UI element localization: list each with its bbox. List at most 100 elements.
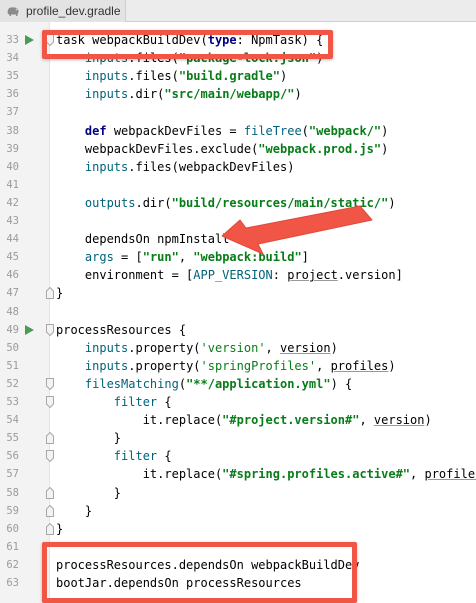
code-line[interactable]: 52 filesMatching("**/application.yml") {: [0, 375, 476, 393]
file-tab-label: profile_dev.gradle: [26, 4, 121, 18]
code-line[interactable]: 58 }: [0, 484, 476, 502]
fold-end-icon[interactable]: [46, 522, 54, 535]
code-line[interactable]: 62 processResources.dependsOn webpackBuil…: [0, 556, 476, 574]
code-token: ,: [316, 358, 331, 373]
code-line[interactable]: 48: [0, 303, 476, 321]
fold-end-icon[interactable]: [46, 432, 54, 445]
code-line[interactable]: 34 inputs.files("package-lock.json"): [0, 49, 476, 67]
code-token: outputs: [84, 195, 136, 210]
run-gutter-icon[interactable]: [25, 35, 34, 45]
code-line[interactable]: 51 inputs.property('springProfiles', pro…: [0, 357, 476, 375]
code-token: webpackDevFiles.exclude(: [56, 141, 259, 156]
code-line[interactable]: 40 inputs.files(webpackDevFiles): [0, 158, 476, 176]
line-number: 62: [6, 558, 19, 571]
code-line[interactable]: 38 def webpackDevFiles = fileTree("webpa…: [0, 122, 476, 140]
code-token: }: [56, 485, 122, 500]
line-number: 38: [6, 124, 19, 137]
line-number: 36: [6, 88, 19, 101]
code-line[interactable]: 49 processResources {: [0, 321, 476, 339]
code-line[interactable]: 61: [0, 538, 476, 556]
code-token: filesMatching: [84, 376, 179, 391]
code-line[interactable]: 63 bootJar.dependsOn processResources: [0, 574, 476, 592]
fold-end-icon[interactable]: [46, 486, 54, 499]
code-token: "run": [142, 250, 179, 265]
fold-start-icon[interactable]: [46, 396, 54, 408]
line-number: 37: [6, 106, 19, 119]
code-line[interactable]: 50 inputs.property('version', version): [0, 339, 476, 357]
code-token: APP_VERSION: [193, 268, 273, 283]
code-line[interactable]: 53 filter {: [0, 393, 476, 411]
code-line[interactable]: 44 dependsOn npmInstall: [0, 230, 476, 248]
code-text: }: [56, 484, 121, 502]
code-line[interactable]: 54 it.replace("#project.version#", versi…: [0, 411, 476, 429]
code-token: }: [56, 286, 64, 301]
code-token: filter: [113, 395, 158, 409]
code-token: inputs: [84, 69, 129, 84]
code-token: def: [84, 123, 107, 138]
code-token: {: [157, 395, 172, 409]
code-line[interactable]: 46 environment = [APP_VERSION: project.v…: [0, 266, 476, 284]
code-line[interactable]: 57 it.replace("#spring.profiles.active#"…: [0, 465, 476, 483]
code-line[interactable]: 43: [0, 212, 476, 230]
code-token: ) {: [330, 376, 353, 391]
code-text: inputs.files("package-lock.json"): [56, 49, 323, 67]
code-token: inputs: [84, 340, 129, 355]
line-number: 55: [6, 432, 19, 445]
code-text: inputs.property('springProfiles', profil…: [56, 357, 396, 375]
code-token: ,: [178, 250, 194, 265]
code-text: inputs.property('version', version): [56, 339, 338, 357]
code-text: inputs.dir("src/main/webapp/"): [56, 85, 302, 103]
code-token: "package-lock.json": [178, 51, 317, 66]
code-token: profiles: [424, 467, 476, 482]
code-line[interactable]: 47}: [0, 284, 476, 302]
code-line[interactable]: 60}: [0, 520, 476, 538]
code-token: project: [287, 268, 338, 283]
code-line[interactable]: 55 }: [0, 429, 476, 447]
fold-start-icon[interactable]: [46, 34, 54, 46]
line-number: 50: [6, 341, 19, 354]
file-tab[interactable]: profile_dev.gradle: [0, 0, 126, 22]
run-gutter-icon[interactable]: [25, 324, 34, 335]
code-token: args: [84, 250, 114, 265]
code-token: ): [388, 195, 396, 210]
code-token: ,: [410, 467, 425, 482]
code-line[interactable]: 45 args = ["run", "webpack:build"]: [0, 248, 476, 266]
code-line[interactable]: 41: [0, 176, 476, 194]
code-line[interactable]: 37: [0, 103, 476, 121]
code-text: task webpackBuildDev(type: NpmTask) {: [56, 31, 323, 49]
code-line[interactable]: 39 webpackDevFiles.exclude("webpack.prod…: [0, 140, 476, 158]
fold-start-icon[interactable]: [46, 450, 54, 463]
code-line[interactable]: 36 inputs.dir("src/main/webapp/"): [0, 85, 476, 103]
code-token: "webpack/": [308, 123, 382, 138]
fold-end-icon[interactable]: [46, 287, 54, 300]
code-line[interactable]: 59 }: [0, 502, 476, 520]
code-token: inputs: [84, 159, 129, 174]
fold-start-icon[interactable]: [46, 377, 54, 390]
code-text: environment = [APP_VERSION: project.vers…: [56, 266, 403, 284]
code-line[interactable]: 42 outputs.dir("build/resources/main/sta…: [0, 194, 476, 212]
fold-end-icon[interactable]: [46, 504, 54, 517]
code-line[interactable]: 35 inputs.files("build.gradle"): [0, 67, 476, 85]
code-editor[interactable]: 33 task webpackBuildDev(type: NpmTask) {3…: [0, 22, 476, 603]
line-number: 51: [6, 359, 19, 372]
fold-start-icon[interactable]: [46, 323, 54, 336]
code-line[interactable]: 33 task webpackBuildDev(type: NpmTask) {: [0, 31, 476, 49]
line-number: 47: [6, 287, 19, 300]
code-token: .files(: [128, 69, 179, 84]
code-text: filter {: [56, 393, 172, 411]
code-token: ): [330, 340, 338, 355]
code-line[interactable]: 56 filter {: [0, 447, 476, 465]
line-number: 54: [6, 414, 19, 427]
code-token: fileTree: [243, 123, 302, 138]
code-token: task webpackBuildDev(: [56, 33, 208, 47]
line-number: 56: [6, 450, 19, 463]
code-token: "build/resources/main/static/": [171, 195, 389, 210]
line-number: 61: [6, 540, 19, 553]
code-text: filesMatching("**/application.yml") {: [56, 375, 352, 393]
